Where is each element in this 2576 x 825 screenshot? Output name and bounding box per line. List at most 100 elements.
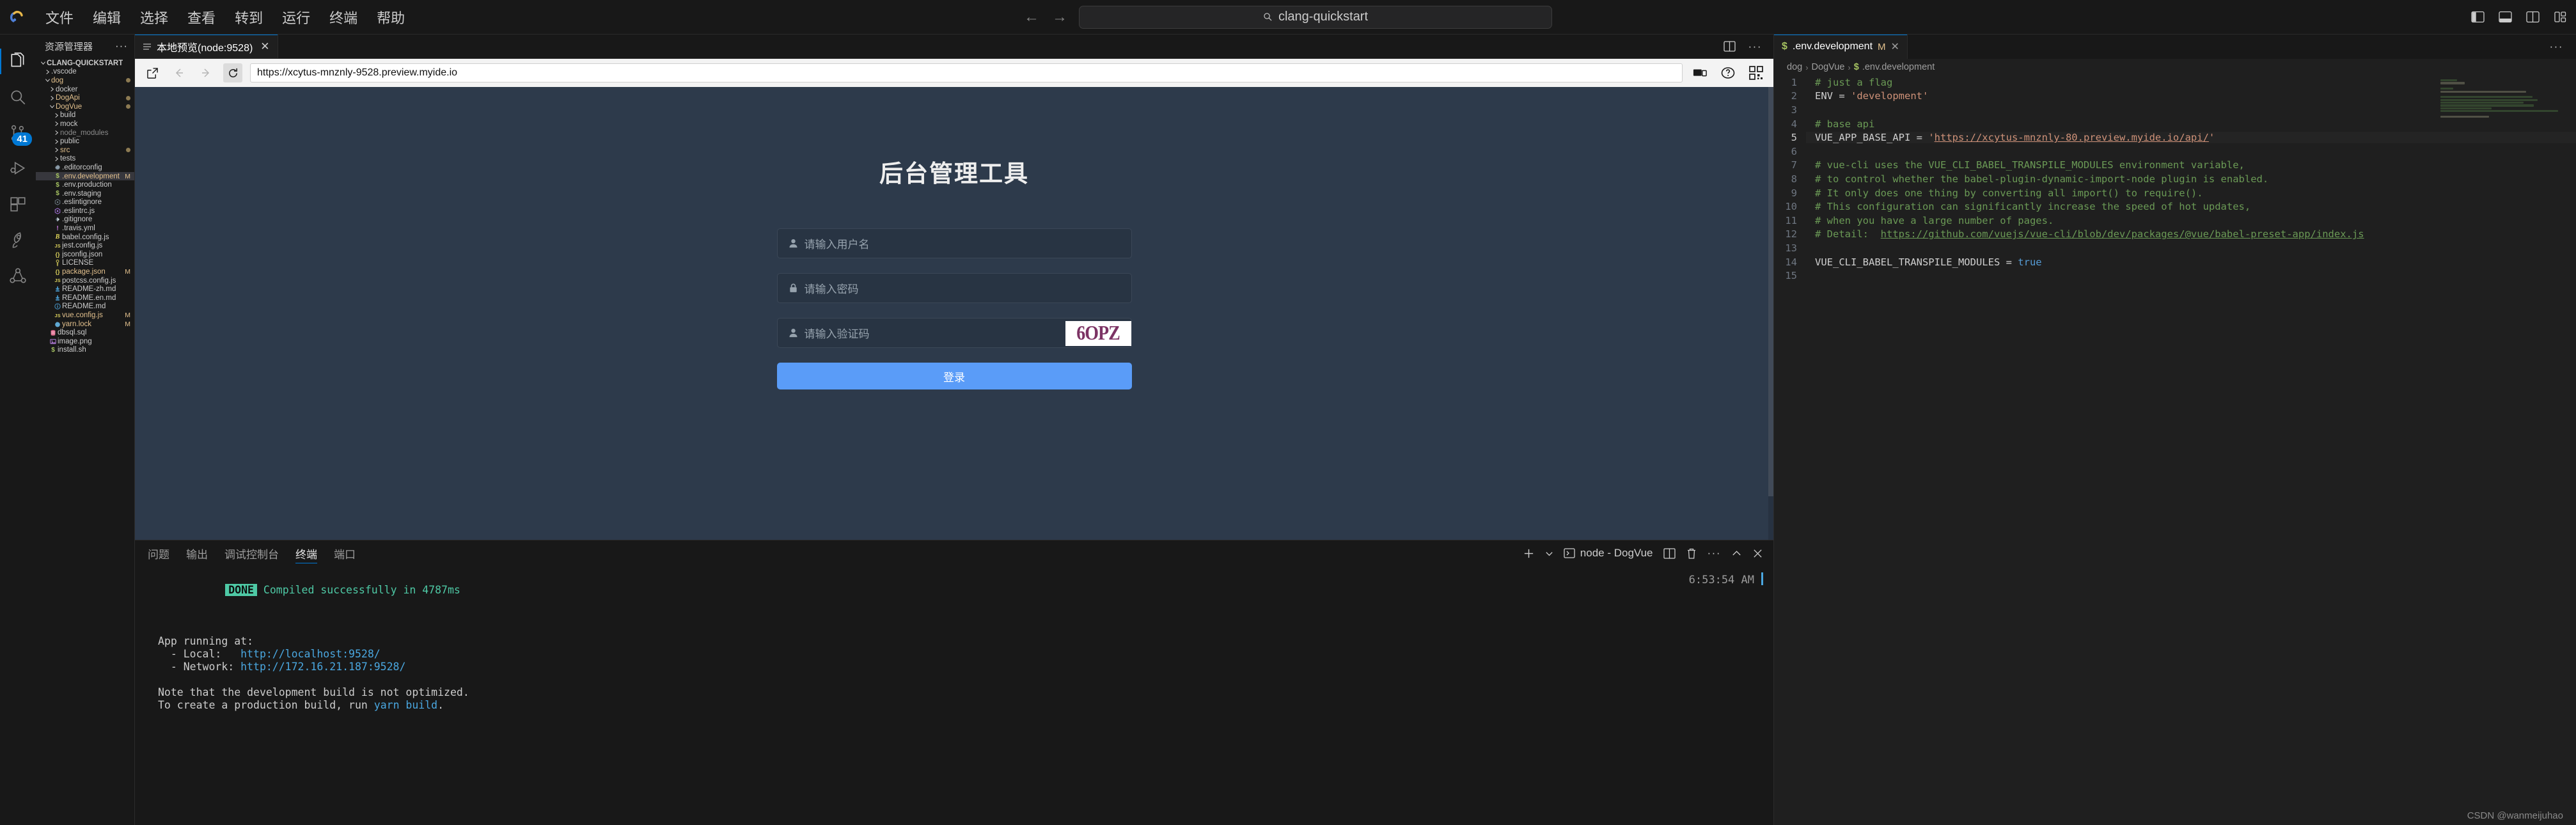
activity-source-control[interactable]: 41 bbox=[0, 115, 36, 151]
close-icon[interactable]: ✕ bbox=[260, 40, 269, 53]
network-url-link[interactable]: http://172.16.21.187:9528/ bbox=[240, 661, 405, 673]
tree-file-vue-config-js[interactable]: JS vue.config.js M bbox=[36, 311, 134, 320]
tree-folder-tests[interactable]: tests bbox=[36, 155, 134, 164]
split-panel-icon[interactable] bbox=[1663, 547, 1676, 559]
activity-share[interactable] bbox=[0, 258, 36, 294]
tab-env-development[interactable]: $ .env.development M ✕ bbox=[1774, 35, 1908, 59]
activity-explorer[interactable] bbox=[0, 43, 36, 79]
split-editor-icon[interactable] bbox=[1723, 41, 1736, 52]
ellipsis-icon[interactable]: ··· bbox=[1748, 40, 1762, 53]
tree-file-eslintignore[interactable]: .eslintignore bbox=[36, 198, 134, 207]
close-icon[interactable] bbox=[1752, 548, 1763, 559]
trash-icon[interactable] bbox=[1686, 547, 1697, 560]
tree-file-env-production[interactable]: $ .env.production bbox=[36, 180, 134, 189]
tree-file-readme-md[interactable]: README.md bbox=[36, 302, 134, 311]
toggle-primary-sidebar-icon[interactable] bbox=[2471, 11, 2485, 23]
activity-extensions[interactable] bbox=[0, 187, 36, 223]
tree-file-jest-config-js[interactable]: JS jest.config.js bbox=[36, 241, 134, 250]
reload-icon[interactable] bbox=[223, 63, 242, 82]
tree-file-readme-zh-md[interactable]: README-zh.md bbox=[36, 285, 134, 294]
open-external-icon[interactable] bbox=[143, 63, 162, 82]
device-toggle-icon[interactable] bbox=[1690, 63, 1709, 82]
tree-file-dbsql-sql[interactable]: dbsql.sql bbox=[36, 328, 134, 337]
menu-go[interactable]: 转到 bbox=[225, 3, 272, 31]
tree-folder-vscode[interactable]: .vscode bbox=[36, 68, 134, 77]
tree-file-gitignore[interactable]: .gitignore bbox=[36, 216, 134, 224]
terminal-selector[interactable]: node - DogVue bbox=[1564, 547, 1653, 560]
tree-folder-src[interactable]: src bbox=[36, 146, 134, 155]
command-center-search[interactable]: clang-quickstart bbox=[1079, 5, 1552, 29]
code-lines[interactable]: 1 # just a flag 2 ENV = 'development' 3 4 # b… bbox=[1774, 75, 2576, 825]
tree-file-package-json[interactable]: {} package.json M bbox=[36, 267, 134, 276]
password-field[interactable]: 请输入密码 bbox=[776, 273, 1132, 303]
tree-file-license[interactable]: LICENSE bbox=[36, 259, 134, 268]
tree-folder-node-modules[interactable]: node_modules bbox=[36, 129, 134, 138]
activity-search[interactable] bbox=[0, 79, 36, 115]
captcha-field[interactable]: 请输入验证码 6OPZ bbox=[776, 318, 1132, 348]
breadcrumb-item-file[interactable]: .env.development bbox=[1862, 62, 1935, 72]
menu-view[interactable]: 查看 bbox=[178, 3, 225, 31]
menu-file[interactable]: 文件 bbox=[36, 3, 83, 31]
tree-folder-dogvue[interactable]: DogVue bbox=[36, 102, 134, 111]
tree-file-travis-yml[interactable]: ! .travis.yml bbox=[36, 224, 134, 233]
tree-file-eslintrc-js[interactable]: .eslintrc.js bbox=[36, 207, 134, 216]
minimap[interactable] bbox=[2440, 79, 2568, 122]
username-field[interactable]: 请输入用户名 bbox=[776, 228, 1132, 258]
ellipsis-icon[interactable]: ··· bbox=[115, 40, 128, 52]
tree-folder-mock[interactable]: mock bbox=[36, 120, 134, 129]
tree-file-readme-en-md[interactable]: README.en.md bbox=[36, 294, 134, 302]
close-icon[interactable]: ✕ bbox=[1891, 40, 1899, 53]
activity-run-debug[interactable] bbox=[0, 151, 36, 187]
breadcrumb-item-dog[interactable]: dog bbox=[1787, 62, 1802, 72]
breadcrumb-item-dogvue[interactable]: DogVue bbox=[1812, 62, 1845, 72]
tab-debug-console[interactable]: 调试控制台 bbox=[224, 540, 279, 566]
customize-layout-icon[interactable] bbox=[2554, 11, 2567, 23]
menu-edit[interactable]: 编辑 bbox=[83, 3, 130, 31]
tree-folder-build[interactable]: build bbox=[36, 111, 134, 120]
browser-url-input[interactable]: https://xcytus-mnznly-9528.preview.myide… bbox=[250, 63, 1683, 82]
tree-file-editorconfig[interactable]: .editorconfig bbox=[36, 163, 134, 172]
tree-file-postcss-config-js[interactable]: JS postcss.config.js bbox=[36, 276, 134, 285]
qr-code-icon[interactable] bbox=[1747, 63, 1766, 82]
tab-local-preview[interactable]: 本地预览(node:9528) ✕ bbox=[135, 35, 278, 58]
local-url-link[interactable]: http://localhost:9528/ bbox=[240, 648, 381, 660]
tree-root-folder[interactable]: CLANG-QUICKSTART bbox=[36, 59, 134, 68]
captcha-image[interactable]: 6OPZ bbox=[1065, 321, 1131, 346]
tree-file-env-development[interactable]: $ .env.development M bbox=[36, 171, 134, 181]
toggle-panel-icon[interactable] bbox=[2499, 11, 2512, 23]
tab-terminal[interactable]: 终端 bbox=[295, 540, 317, 566]
tab-problems[interactable]: 问题 bbox=[148, 540, 169, 566]
menu-help[interactable]: 帮助 bbox=[367, 3, 414, 31]
login-button[interactable]: 登录 bbox=[776, 363, 1132, 389]
tree-file-image-png[interactable]: image.png bbox=[36, 337, 134, 346]
chevron-up-icon[interactable] bbox=[1731, 548, 1742, 559]
preview-scrollbar[interactable] bbox=[1768, 87, 1773, 540]
plus-icon[interactable] bbox=[1523, 547, 1535, 560]
ellipsis-icon[interactable]: ··· bbox=[1708, 547, 1721, 560]
ellipsis-icon[interactable]: ··· bbox=[2550, 35, 2576, 59]
tree-folder-dogapi[interactable]: DogApi bbox=[36, 93, 134, 102]
tree-file-babel-config-js[interactable]: Bbabel.config.js bbox=[36, 233, 134, 242]
arrow-left-icon[interactable]: ← bbox=[1024, 8, 1039, 26]
tree-file-install-sh[interactable]: $ install.sh bbox=[36, 346, 134, 355]
tree-file-env-staging[interactable]: $ .env.staging bbox=[36, 189, 134, 198]
tree-file-jsconfig-json[interactable]: {} jsconfig.json bbox=[36, 250, 134, 259]
menu-run[interactable]: 运行 bbox=[272, 3, 320, 31]
menu-terminal[interactable]: 终端 bbox=[320, 3, 367, 31]
tree-file-yarn-lock[interactable]: yarn.lock M bbox=[36, 320, 134, 329]
preview-scroll-thumb[interactable] bbox=[1768, 87, 1773, 496]
menu-select[interactable]: 选择 bbox=[130, 3, 178, 31]
activity-deploy[interactable] bbox=[0, 223, 36, 258]
arrow-right-icon[interactable]: → bbox=[1052, 8, 1067, 26]
toggle-secondary-sidebar-icon[interactable] bbox=[2526, 11, 2540, 23]
tree-folder-dog[interactable]: dog bbox=[36, 76, 134, 85]
chevron-down-icon[interactable] bbox=[1545, 549, 1553, 558]
tree-folder-docker[interactable]: docker bbox=[36, 85, 134, 94]
terminal-output[interactable]: DONE Compiled successfully in 4787ms App… bbox=[135, 566, 1773, 825]
browser-back-icon[interactable] bbox=[169, 63, 189, 82]
tab-output[interactable]: 输出 bbox=[186, 540, 208, 566]
question-circle-icon[interactable] bbox=[1718, 63, 1738, 82]
tree-folder-public[interactable]: public bbox=[36, 137, 134, 146]
browser-forward-icon[interactable] bbox=[196, 63, 216, 82]
tab-ports[interactable]: 端口 bbox=[334, 540, 356, 566]
